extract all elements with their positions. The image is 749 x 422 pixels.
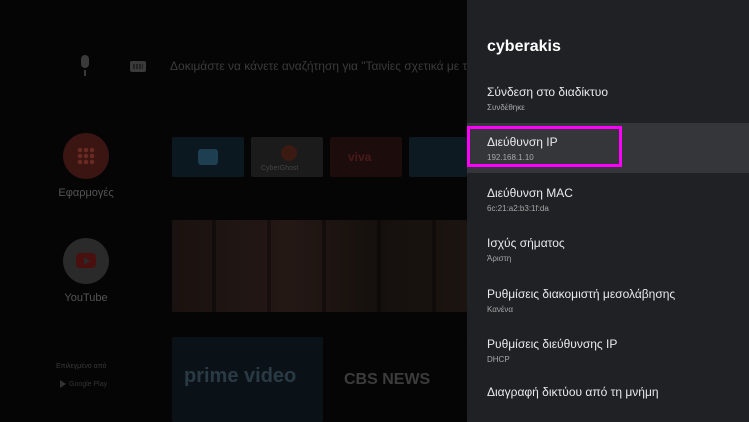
cyberghost-logo-icon: [281, 145, 297, 161]
item-value: Συνδέθηκε: [487, 103, 525, 112]
youtube-icon: [63, 238, 109, 284]
google-play-label: Google Play: [69, 380, 108, 388]
search-placeholder: Δοκιμάστε να κάνετε αναζήτηση για "Ταινί…: [170, 59, 486, 73]
item-value: Κανένα: [487, 305, 514, 314]
app-tile-cloud: [172, 137, 244, 177]
app-tile-cyberghost: CyberGhost: [251, 137, 323, 177]
network-name-title: cyberakis: [487, 38, 561, 55]
cloud-icon: [198, 149, 218, 165]
google-play-badge: Google Play: [60, 380, 107, 388]
keyboard-icon: [130, 60, 146, 72]
forget-network-item[interactable]: Διαγραφή δικτύου από τη μνήμη: [467, 372, 749, 422]
item-value: Άριστη: [487, 254, 512, 263]
app-tile-partial: [409, 137, 467, 177]
item-label: Διαγραφή δικτύου από τη μνήμη: [487, 385, 659, 399]
search-bar: Δοκιμάστε να κάνετε αναζήτηση για "Ταινί…: [78, 55, 485, 77]
internet-connection-item[interactable]: Σύνδεση στο διαδίκτυο Συνδέθηκε: [467, 73, 749, 123]
network-details-panel: cyberakis Σύνδεση στο διαδίκτυο Συνδέθηκ…: [467, 0, 749, 422]
apps-shortcut: Εφαρμογές: [55, 133, 117, 199]
item-value: 192.168.1.10: [487, 153, 534, 162]
sponsored-label: Επιλεγμένο από: [56, 363, 107, 370]
mac-address-item[interactable]: Διεύθυνση MAC 6c:21:a2:b3:1f:da: [467, 174, 749, 224]
microphone-icon: [78, 55, 92, 77]
item-label: Διεύθυνση IP: [487, 135, 558, 149]
item-label: Διεύθυνση MAC: [487, 186, 573, 200]
item-value: 6c:21:a2:b3:1f:da: [487, 204, 549, 213]
cyberghost-label: CyberGhost: [261, 165, 299, 172]
item-label: Ρυθμίσεις διακομιστή μεσολάβησης: [487, 287, 676, 301]
cbs-news-label: CBS NEWS: [344, 371, 431, 388]
item-value: DHCP: [487, 355, 510, 364]
viva-label: viva: [348, 150, 372, 164]
prime-video-label: prime video: [184, 365, 297, 387]
apps-label: Εφαρμογές: [58, 187, 114, 199]
google-play-icon: [60, 380, 66, 388]
app-tile-viva: viva: [330, 137, 402, 177]
prime-video-tile: prime video: [172, 337, 323, 422]
ip-address-item[interactable]: Διεύθυνση IP 192.168.1.10: [467, 123, 749, 173]
apps-grid-icon: [63, 133, 109, 179]
signal-strength-item[interactable]: Ισχύς σήματος Άριστη: [467, 224, 749, 274]
youtube-shortcut: YouTube: [55, 238, 117, 304]
cbs-news-tile: CBS NEWS: [340, 337, 467, 422]
item-label: Ρυθμίσεις διεύθυνσης IP: [487, 337, 618, 351]
proxy-settings-item[interactable]: Ρυθμίσεις διακομιστή μεσολάβησης Κανένα: [467, 275, 749, 325]
youtube-label: YouTube: [64, 292, 108, 304]
item-label: Σύνδεση στο διαδίκτυο: [487, 85, 609, 99]
item-label: Ισχύς σήματος: [487, 236, 565, 250]
ip-settings-item[interactable]: Ρυθμίσεις διεύθυνσης IP DHCP: [467, 325, 749, 375]
featured-banner: [172, 220, 467, 312]
